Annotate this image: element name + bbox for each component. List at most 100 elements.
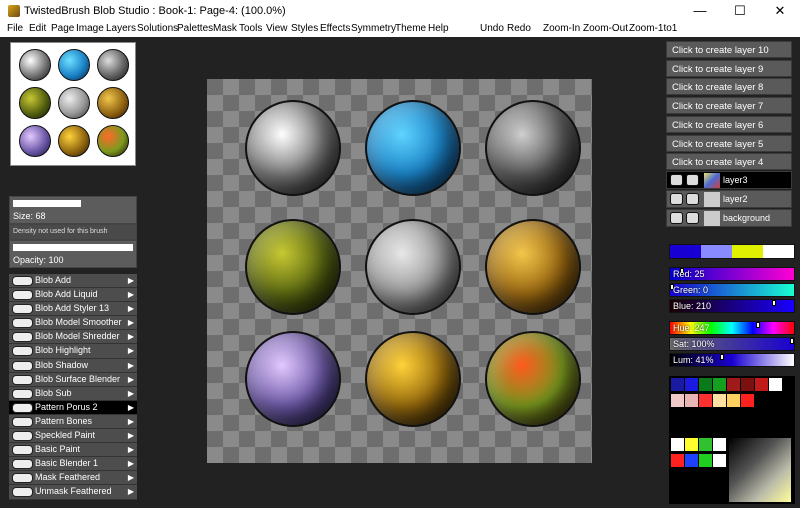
menu-page[interactable]: Page <box>51 23 74 34</box>
blue-slider-knob[interactable] <box>772 300 776 306</box>
brush-item[interactable]: Blob Add Liquid ▶ <box>9 288 137 303</box>
preview-gray-rings[interactable] <box>97 49 129 81</box>
swatch[interactable] <box>713 378 726 391</box>
brush-item[interactable]: Basic Blender 1 ▶ <box>9 457 137 472</box>
redo-button[interactable]: Redo <box>507 23 531 34</box>
swatch[interactable] <box>671 438 684 451</box>
maximize-button[interactable]: ☐ <box>720 0 760 22</box>
zoom-out-button[interactable]: Zoom-Out <box>583 23 628 34</box>
swatch[interactable] <box>685 378 698 391</box>
menu-view[interactable]: View <box>266 23 288 34</box>
swatch[interactable] <box>727 378 740 391</box>
luminance-slider[interactable]: Lum: 41% <box>669 353 795 367</box>
brush-item[interactable]: Pattern Porus 2 ▶ <box>9 400 137 415</box>
luminance-slider-knob[interactable] <box>720 354 724 360</box>
brush-item[interactable]: Mask Feathered ▶ <box>9 471 137 486</box>
swatch[interactable] <box>685 394 698 407</box>
brush-item[interactable]: Blob Add ▶ <box>9 274 137 289</box>
saturation-slider-knob[interactable] <box>790 338 794 344</box>
menu-tools[interactable]: Tools <box>239 23 262 34</box>
create-layer-button[interactable]: Click to create layer 6 <box>666 115 792 133</box>
swatch[interactable] <box>671 394 684 407</box>
brush-item[interactable]: Pattern Bones ▶ <box>9 414 137 430</box>
menu-help[interactable]: Help <box>428 23 449 34</box>
brush-item[interactable]: Blob Add Styler 13 ▶ <box>9 302 137 317</box>
lock-icon[interactable] <box>686 174 699 186</box>
swatch[interactable] <box>727 394 740 407</box>
menu-mask[interactable]: Mask <box>213 23 237 34</box>
swatch[interactable] <box>699 438 712 451</box>
swatch[interactable] <box>741 378 754 391</box>
menu-layers[interactable]: Layers <box>106 23 136 34</box>
swatch[interactable] <box>713 454 726 467</box>
color-swatch-bar[interactable] <box>669 244 795 259</box>
swatch[interactable] <box>685 454 698 467</box>
create-layer-button[interactable]: Click to create layer 7 <box>666 97 792 115</box>
preview-blue-texture[interactable] <box>58 49 90 81</box>
minimize-button[interactable]: — <box>680 0 720 22</box>
swatch[interactable] <box>699 394 712 407</box>
menu-palettes[interactable]: Palettes <box>177 23 213 34</box>
brush-item[interactable]: Blob Model Shredder ▶ <box>9 330 137 345</box>
hue-slider-knob[interactable] <box>756 322 760 328</box>
swatch[interactable] <box>741 394 754 407</box>
brush-item[interactable]: Basic Paint ▶ <box>9 443 137 458</box>
green-slider[interactable]: Green: 0 <box>669 283 795 297</box>
brush-preview-panel[interactable] <box>10 42 136 166</box>
painting-canvas[interactable] <box>207 79 592 463</box>
eye-icon[interactable] <box>670 174 683 186</box>
swatch[interactable] <box>671 454 684 467</box>
create-layer-button[interactable]: Click to create layer 5 <box>666 134 792 152</box>
layer-row[interactable]: layer2 <box>666 190 792 208</box>
undo-button[interactable]: Undo <box>480 23 504 34</box>
swatch[interactable] <box>699 378 712 391</box>
preview-gray-smooth[interactable] <box>58 87 90 119</box>
brush-item[interactable]: Blob Highlight ▶ <box>9 344 137 359</box>
saturation-slider[interactable]: Sat: 100% <box>669 337 795 351</box>
menu-solutions[interactable]: Solutions <box>137 23 178 34</box>
create-layer-button[interactable]: Click to create layer 9 <box>666 59 792 77</box>
zoom-1to1-button[interactable]: Zoom-1to1 <box>629 23 677 34</box>
brush-item[interactable]: Blob Surface Blender ▶ <box>9 372 137 387</box>
brush-item[interactable]: Speckled Paint ▶ <box>9 429 137 444</box>
zoom-in-button[interactable]: Zoom-In <box>543 23 580 34</box>
swatch[interactable] <box>699 454 712 467</box>
preview-purple-nebula[interactable] <box>19 125 51 157</box>
menu-effects[interactable]: Effects <box>320 23 350 34</box>
swatch[interactable] <box>755 378 768 391</box>
swatch[interactable] <box>685 438 698 451</box>
menu-edit[interactable]: Edit <box>29 23 46 34</box>
create-layer-button[interactable]: Click to create layer 10 <box>666 41 792 58</box>
opacity-slider[interactable]: Opacity: 100 <box>9 240 137 268</box>
create-layer-button[interactable]: Click to create layer 4 <box>666 153 792 171</box>
size-slider[interactable]: Size: 68 <box>9 196 137 224</box>
layer-row[interactable]: background <box>666 209 792 227</box>
preview-gold-speckle[interactable] <box>97 87 129 119</box>
preview-gold-blotch[interactable] <box>58 125 90 157</box>
create-layer-button[interactable]: Click to create layer 8 <box>666 78 792 96</box>
preview-olive-speckle[interactable] <box>19 87 51 119</box>
brush-item[interactable]: Blob Shadow ▶ <box>9 358 137 373</box>
menu-symmetry[interactable]: Symmetry <box>351 23 396 34</box>
blue-slider[interactable]: Blue: 210 <box>669 299 795 313</box>
menu-styles[interactable]: Styles <box>291 23 318 34</box>
lock-icon[interactable] <box>686 193 699 205</box>
swatch[interactable] <box>713 438 726 451</box>
layer-row[interactable]: layer3 <box>666 171 792 189</box>
preview-white-swirl[interactable] <box>19 49 51 81</box>
eye-icon[interactable] <box>670 212 683 224</box>
brush-item[interactable]: Unmask Feathered ▶ <box>9 485 137 500</box>
preview-red-green-speckle[interactable] <box>97 125 129 157</box>
eye-icon[interactable] <box>670 193 683 205</box>
brush-item[interactable]: Blob Sub ▶ <box>9 386 137 401</box>
menu-theme[interactable]: Theme <box>395 23 426 34</box>
red-slider[interactable]: Red: 25 <box>669 267 795 281</box>
menu-image[interactable]: Image <box>76 23 104 34</box>
menu-file[interactable]: File <box>7 23 23 34</box>
swatch[interactable] <box>713 394 726 407</box>
swatch[interactable] <box>769 378 782 391</box>
hue-slider[interactable]: Hue: 247 <box>669 321 795 335</box>
custom-gradient-picker[interactable] <box>729 438 791 502</box>
brush-item[interactable]: Blob Model Smoother ▶ <box>9 316 137 331</box>
lock-icon[interactable] <box>686 212 699 224</box>
